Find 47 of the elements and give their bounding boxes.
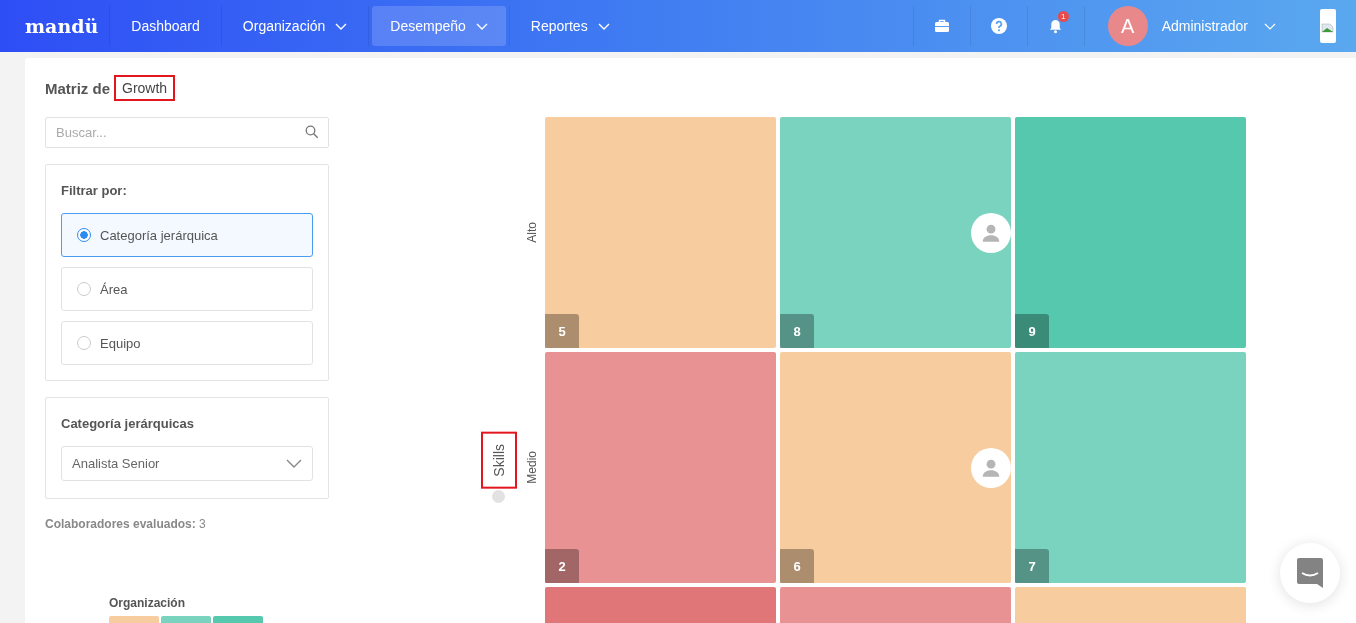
matrix-cell[interactable]: 9: [1015, 117, 1246, 348]
nav-menu-item[interactable]: Organización: [224, 6, 366, 46]
filter-title: Filtrar por:: [61, 183, 128, 198]
person-avatar-icon[interactable]: [971, 447, 1011, 488]
user-avatar[interactable]: A: [1107, 6, 1148, 46]
person-avatar-icon[interactable]: [971, 212, 1011, 253]
cell-number: 8: [780, 314, 814, 348]
cell-number: 5: [545, 314, 579, 348]
filter-option[interactable]: Equipo: [61, 321, 313, 365]
category-select[interactable]: Analista Senior: [61, 446, 313, 481]
legend-title: Organización: [109, 596, 186, 610]
search-field[interactable]: Buscar...: [45, 117, 329, 148]
logo[interactable]: mandü: [25, 15, 99, 37]
category-title: Categoría jerárquicas: [61, 416, 195, 431]
matrix-cell[interactable]: 2: [545, 352, 776, 583]
page-title: Matriz de: [45, 79, 110, 97]
filter-option[interactable]: Categoría jerárquica: [61, 213, 313, 257]
bell-icon[interactable]: [1048, 18, 1064, 34]
nav-menu-item[interactable]: Reportes: [512, 6, 628, 46]
radio-button[interactable]: [77, 282, 91, 296]
search-icon: [305, 125, 319, 139]
row-label: Alto: [525, 222, 539, 243]
radio-button[interactable]: [77, 336, 91, 350]
filter-option[interactable]: Área: [61, 267, 313, 311]
matrix-cell[interactable]: 6: [780, 352, 1011, 583]
briefcase-icon[interactable]: [933, 18, 950, 34]
collapse-icon[interactable]: [492, 490, 505, 504]
cell-number: 2: [545, 549, 579, 583]
chat-icon: [1296, 557, 1324, 589]
chevron-down-icon: [286, 458, 302, 469]
cell-number: 6: [780, 549, 814, 583]
help-icon[interactable]: [989, 17, 1008, 35]
matrix-name: Growth: [114, 75, 176, 101]
cell-number: 7: [1015, 549, 1049, 583]
row-label: Medio: [525, 451, 539, 484]
evaluated-count: Colaboradores evaluados: 3: [45, 517, 207, 531]
broken-image-icon: [1320, 9, 1336, 43]
radio-button[interactable]: [77, 228, 91, 242]
user-name[interactable]: Administrador: [1161, 18, 1248, 34]
matrix-cell[interactable]: 7: [1015, 352, 1246, 583]
nav-menu-item[interactable]: Desempeño: [372, 6, 506, 46]
cell-number: 9: [1015, 314, 1049, 348]
nav-menu-item[interactable]: Dashboard: [113, 6, 218, 46]
y-axis-label: Skills: [480, 431, 517, 489]
matrix-cell[interactable]: 5: [545, 117, 776, 348]
notification-badge: 1: [1057, 11, 1069, 22]
matrix-cell[interactable]: 8: [780, 117, 1011, 348]
